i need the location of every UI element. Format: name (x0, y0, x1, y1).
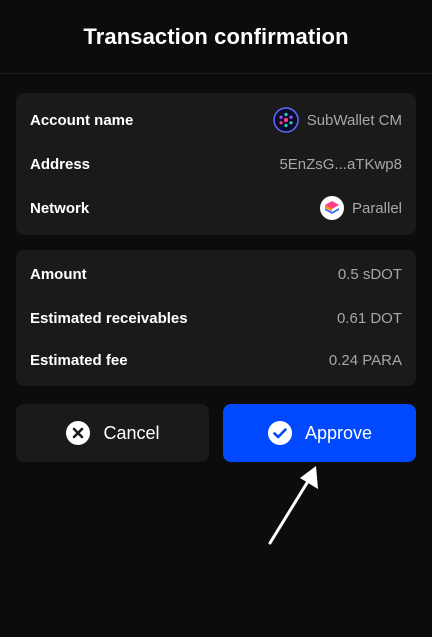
receivables-label: Estimated receivables (30, 309, 188, 327)
fee-value: 0.24 PARA (328, 351, 402, 369)
address-value: 5EnZsG...aTKwp8 (279, 155, 402, 173)
receivables-row: Estimated receivables 0.61 DOT (30, 306, 402, 330)
cancel-button[interactable]: Cancel (16, 404, 209, 462)
approve-button[interactable]: Approve (223, 404, 416, 462)
amount-label: Amount (30, 265, 87, 283)
account-value: SubWallet CM (306, 111, 402, 129)
network-label: Network (30, 199, 90, 217)
network-value: Parallel (351, 199, 402, 217)
close-circle-icon (66, 421, 91, 445)
fee-row: Estimated fee 0.24 PARA (30, 348, 402, 372)
subwallet-avatar-icon (272, 107, 299, 133)
account-row: Account name SubWallet CM (30, 107, 402, 133)
amounts-card: Amount 0.5 sDOT Estimated receivables 0.… (16, 250, 416, 386)
check-circle-icon (267, 421, 292, 445)
parallel-logo-icon (319, 196, 344, 220)
header: Transaction confirmation (0, 0, 432, 74)
page-title: Transaction confirmation (83, 23, 349, 49)
transaction-confirmation-screen: Transaction confirmation Account name Su… (0, 0, 432, 637)
address-row: Address 5EnZsG...aTKwp8 (30, 152, 402, 176)
account-label: Account name (30, 111, 134, 129)
fee-label: Estimated fee (30, 351, 128, 369)
amount-row: Amount 0.5 sDOT (30, 262, 402, 286)
transaction-info-card: Account name SubWallet CM Address 5EnZsG… (16, 93, 416, 235)
network-value-group: Parallel (319, 196, 402, 220)
network-row: Network Parallel (30, 196, 402, 220)
receivables-value: 0.61 DOT (336, 309, 402, 327)
cancel-button-label: Cancel (103, 422, 160, 443)
amount-value: 0.5 sDOT (337, 265, 402, 283)
arrow-pointer-icon (268, 466, 318, 545)
approve-button-label: Approve (304, 422, 373, 443)
address-label: Address (30, 155, 91, 173)
account-value-group: SubWallet CM (272, 107, 402, 133)
